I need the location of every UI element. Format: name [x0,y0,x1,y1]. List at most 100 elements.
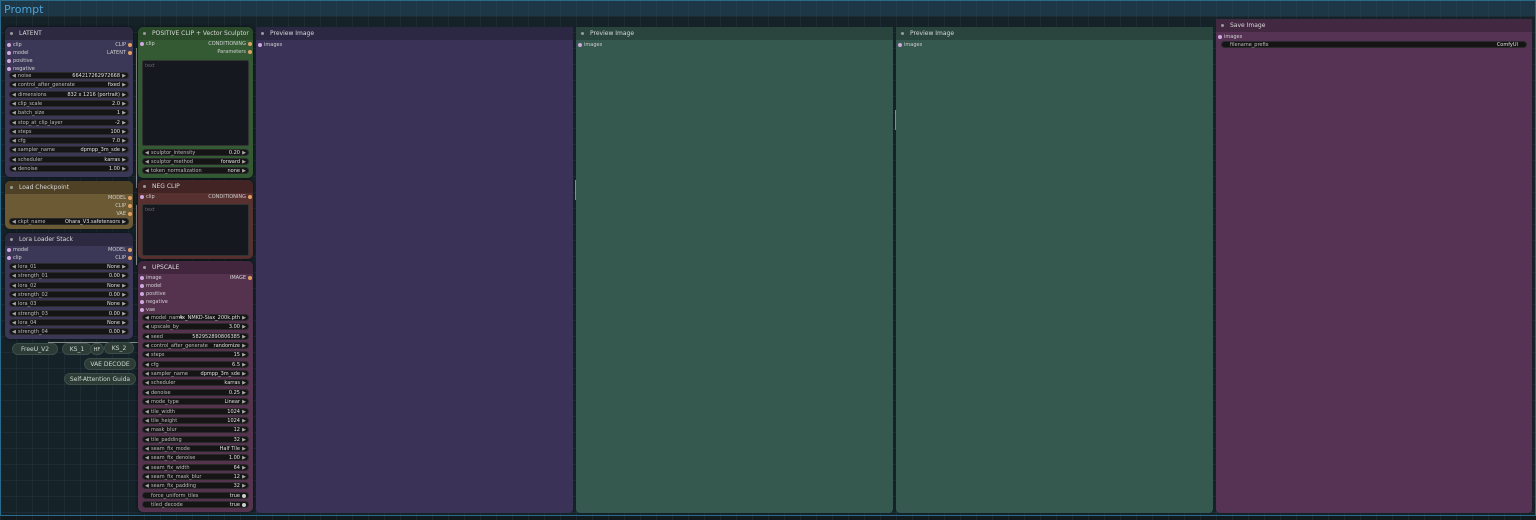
decrement-arrow-icon[interactable]: ◀ [12,92,16,98]
increment-arrow-icon[interactable]: ▶ [122,273,126,279]
tiled-decode-toggle[interactable]: tiled_decode true [142,501,249,508]
ks1-node[interactable]: KS_1 [62,343,92,355]
sampler-name-widget[interactable]: ◀ sampler_name dpmpp_3m_sde ▶ [142,370,249,378]
batch-size-widget[interactable]: ◀ batch_size 1 ▶ [9,109,129,117]
decrement-arrow-icon[interactable]: ◀ [12,329,16,335]
vae-output[interactable]: VAE [116,210,133,218]
decrement-arrow-icon[interactable]: ◀ [12,82,16,88]
decrement-arrow-icon[interactable]: ◀ [12,73,16,79]
model-input[interactable]: model [5,246,29,254]
increment-arrow-icon[interactable]: ▶ [122,311,126,317]
clip-output[interactable]: CLIP [115,254,133,262]
model-name-widget[interactable]: ◀ model_name 4x_NMKD-Siax_200k.pth ▶ [142,314,249,321]
increment-arrow-icon[interactable]: ▶ [122,138,126,144]
clip-input[interactable]: clip [5,41,22,49]
cfg-widget[interactable]: ◀ cfg 6.5 ▶ [142,360,249,368]
decrement-arrow-icon[interactable]: ◀ [12,219,16,225]
increment-arrow-icon[interactable]: ▶ [242,150,246,156]
decrement-arrow-icon[interactable]: ◀ [145,159,149,165]
clip-input[interactable]: clip [138,193,155,201]
upscale-by-widget[interactable]: ◀ upscale_by 3.00 ▶ [142,323,249,331]
collapse-dot-icon[interactable] [143,266,146,269]
increment-arrow-icon[interactable]: ▶ [122,292,126,298]
increment-arrow-icon[interactable]: ▶ [242,427,246,433]
increment-arrow-icon[interactable]: ▶ [122,82,126,88]
clip-output[interactable]: CLIP [115,202,133,210]
noise-widget[interactable]: ◀ noise 664217262972668 ▶ [9,72,129,79]
decrement-arrow-icon[interactable]: ◀ [145,168,149,174]
increment-arrow-icon[interactable]: ▶ [242,399,246,405]
decrement-arrow-icon[interactable]: ◀ [12,101,16,107]
decrement-arrow-icon[interactable]: ◀ [12,110,16,116]
steps-widget[interactable]: ◀ steps 15 ▶ [142,351,249,359]
clip-output[interactable]: CLIP [115,41,133,49]
increment-arrow-icon[interactable]: ▶ [122,147,126,153]
decrement-arrow-icon[interactable]: ◀ [145,418,149,424]
ks2-node[interactable]: KS_2 [104,342,134,354]
images-input[interactable]: images [256,41,282,49]
denoise-widget[interactable]: ◀ denoise 0.25 ▶ [142,388,249,396]
lora-01-widget[interactable]: ◀ lora_01 None ▶ [9,263,129,270]
cfg-widget[interactable]: ◀ cfg 7.0 ▶ [9,137,129,145]
increment-arrow-icon[interactable]: ▶ [122,166,126,172]
increment-arrow-icon[interactable]: ▶ [242,159,246,165]
hf-node[interactable]: HF [90,343,104,355]
vae-input[interactable]: vae [138,306,155,314]
preview-image-node-2[interactable]: Preview Image images [576,27,893,513]
seam-fix-padding-widget[interactable]: ◀ seam_fix_padding 32 ▶ [142,482,249,490]
increment-arrow-icon[interactable]: ▶ [242,371,246,377]
tile-height-widget[interactable]: ◀ tile_height 1024 ▶ [142,416,249,424]
increment-arrow-icon[interactable]: ▶ [242,324,246,330]
increment-arrow-icon[interactable]: ▶ [242,168,246,174]
tile-width-widget[interactable]: ◀ tile_width 1024 ▶ [142,407,249,415]
preview-image-node-3[interactable]: Preview Image images [896,27,1213,513]
decrement-arrow-icon[interactable]: ◀ [12,157,16,163]
decrement-arrow-icon[interactable]: ◀ [145,474,149,480]
increment-arrow-icon[interactable]: ▶ [242,465,246,471]
increment-arrow-icon[interactable]: ▶ [242,446,246,452]
lora-04-widget[interactable]: ◀ lora_04 None ▶ [9,318,129,326]
images-input[interactable]: images [1216,33,1242,41]
increment-arrow-icon[interactable]: ▶ [122,110,126,116]
force-uniform-tiles-toggle[interactable]: force_uniform_tiles true [142,491,249,499]
negative-input[interactable]: negative [138,298,168,306]
increment-arrow-icon[interactable]: ▶ [242,334,246,340]
decrement-arrow-icon[interactable]: ◀ [145,315,149,321]
dimensions-widget[interactable]: ◀ dimensions 832 x 1216 (portrait) ▶ [9,90,129,98]
seam-fix-mask-blur-widget[interactable]: ◀ seam_fix_mask_blur 12 ▶ [142,472,249,480]
decrement-arrow-icon[interactable]: ◀ [145,455,149,461]
collapse-dot-icon[interactable] [10,238,13,241]
latent-node[interactable]: LATENT clip model positive negative CLIP LATE… [5,27,133,177]
vae-decode-node[interactable]: VAE DECODE [84,358,136,370]
neg-clip-node[interactable]: NEG CLIP clip CONDITIONING text [138,180,253,259]
freeu-v2-node[interactable]: FreeU_V2 [12,343,58,355]
increment-arrow-icon[interactable]: ▶ [122,219,126,225]
collapse-dot-icon[interactable] [581,32,584,35]
increment-arrow-icon[interactable]: ▶ [242,343,246,349]
decrement-arrow-icon[interactable]: ◀ [12,273,16,279]
decrement-arrow-icon[interactable]: ◀ [145,437,149,443]
decrement-arrow-icon[interactable]: ◀ [145,483,149,489]
model-output[interactable]: MODEL [108,194,133,202]
increment-arrow-icon[interactable]: ▶ [242,362,246,368]
mask-blur-widget[interactable]: ◀ mask_blur 12 ▶ [142,426,249,434]
decrement-arrow-icon[interactable]: ◀ [145,352,149,358]
clip-input[interactable]: clip [5,254,22,262]
decrement-arrow-icon[interactable]: ◀ [12,264,16,270]
positive-input[interactable]: positive [138,290,166,298]
increment-arrow-icon[interactable]: ▶ [242,352,246,358]
increment-arrow-icon[interactable]: ▶ [122,92,126,98]
seam-fix-mode-widget[interactable]: ◀ seam_fix_mode Half Tile ▶ [142,444,249,452]
negative-prompt-textarea[interactable]: text [142,204,249,256]
decrement-arrow-icon[interactable]: ◀ [145,334,149,340]
strength-02-widget[interactable]: ◀ strength_02 0.00 ▶ [9,290,129,298]
decrement-arrow-icon[interactable]: ◀ [12,129,16,135]
sampler-name-widget[interactable]: ◀ sampler_name dpmpp_3m_sde ▶ [9,146,129,154]
increment-arrow-icon[interactable]: ▶ [122,329,126,335]
increment-arrow-icon[interactable]: ▶ [242,315,246,321]
increment-arrow-icon[interactable]: ▶ [122,301,126,307]
decrement-arrow-icon[interactable]: ◀ [12,138,16,144]
seam-fix-width-widget[interactable]: ◀ seam_fix_width 64 ▶ [142,463,249,471]
sculptor-method-widget[interactable]: ◀ sculptor_method forward ▶ [142,158,249,165]
decrement-arrow-icon[interactable]: ◀ [145,380,149,386]
